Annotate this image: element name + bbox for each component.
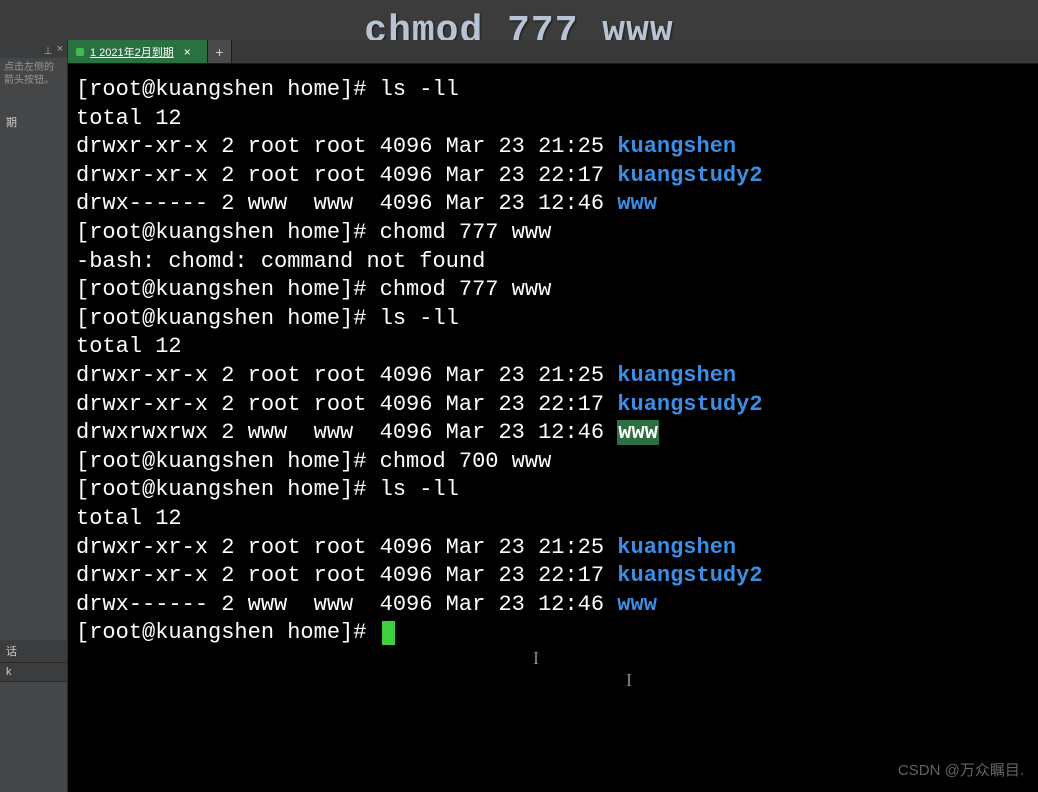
file-name: www: [617, 420, 659, 445]
command: ls -ll: [380, 77, 459, 102]
tab-label: 1 2021年2月到期: [90, 44, 174, 60]
watermark: CSDN @万众瞩目.: [898, 759, 1024, 780]
terminal-line: [root@kuangshen home]# ls -ll: [76, 476, 1030, 505]
file-perms: drwxr-xr-x 2 root root 4096 Mar 23 22:17: [76, 163, 617, 188]
prompt: [root@kuangshen home]#: [76, 220, 380, 245]
sidebar-hint: 点击左侧的箭头按钮。: [0, 58, 67, 90]
file-perms: drwxr-xr-x 2 root root 4096 Mar 23 22:17: [76, 392, 617, 417]
prompt: [root@kuangshen home]#: [76, 449, 380, 474]
file-perms: drwxr-xr-x 2 root root 4096 Mar 23 22:17: [76, 563, 617, 588]
file-name: www: [617, 191, 657, 216]
terminal-line: drwxr-xr-x 2 root root 4096 Mar 23 21:25…: [76, 133, 1030, 162]
terminal-line: -bash: chomd: command not found: [76, 248, 1030, 277]
file-perms: drwx------ 2 www www 4096 Mar 23 12:46: [76, 191, 617, 216]
tab-active[interactable]: 1 2021年2月到期 ×: [68, 40, 208, 63]
terminal-line: total 12: [76, 505, 1030, 534]
sidebar-close-icon[interactable]: ×: [57, 43, 63, 55]
terminal-line: total 12: [76, 333, 1030, 362]
terminal-line: drwx------ 2 www www 4096 Mar 23 12:46 w…: [76, 591, 1030, 620]
terminal-line: [root@kuangshen home]# ls -ll: [76, 76, 1030, 105]
sidebar-section-1[interactable]: 话: [0, 640, 67, 663]
tab-status-icon: [76, 48, 84, 56]
terminal-line: drwxr-xr-x 2 root root 4096 Mar 23 21:25…: [76, 534, 1030, 563]
terminal-line: [root@kuangshen home]# chmod 700 www: [76, 448, 1030, 477]
tab-close-icon[interactable]: ×: [184, 45, 191, 59]
file-name: kuangstudy2: [617, 392, 762, 417]
terminal-line: drwx------ 2 www www 4096 Mar 23 12:46 w…: [76, 190, 1030, 219]
file-perms: drwxr-xr-x 2 root root 4096 Mar 23 21:25: [76, 363, 617, 388]
terminal-line: drwxr-xr-x 2 root root 4096 Mar 23 22:17…: [76, 391, 1030, 420]
file-name: kuangstudy2: [617, 163, 762, 188]
terminal-line: drwxr-xr-x 2 root root 4096 Mar 23 22:17…: [76, 562, 1030, 591]
file-name: kuangshen: [617, 363, 736, 388]
file-name: www: [617, 592, 657, 617]
text-cursor-icon: I: [533, 648, 539, 669]
prompt: [root@kuangshen home]#: [76, 620, 380, 645]
command: ls -ll: [380, 477, 459, 502]
terminal-line: drwxr-xr-x 2 root root 4096 Mar 23 22:17…: [76, 162, 1030, 191]
prompt: [root@kuangshen home]#: [76, 277, 380, 302]
file-perms: drwxr-xr-x 2 root root 4096 Mar 23 21:25: [76, 535, 617, 560]
file-name: kuangshen: [617, 134, 736, 159]
tab-add-button[interactable]: +: [208, 40, 232, 63]
file-perms: drwxr-xr-x 2 root root 4096 Mar 23 21:25: [76, 134, 617, 159]
file-perms: drwxrwxrwx 2 www www 4096 Mar 23 12:46: [76, 420, 617, 445]
cursor-icon: [382, 621, 395, 645]
terminal-line: drwxr-xr-x 2 root root 4096 Mar 23 21:25…: [76, 362, 1030, 391]
file-name: kuangshen: [617, 535, 736, 560]
prompt: [root@kuangshen home]#: [76, 77, 380, 102]
terminal[interactable]: [root@kuangshen home]# ls -lltotal 12drw…: [68, 64, 1038, 792]
file-name: kuangstudy2: [617, 563, 762, 588]
terminal-line: [root@kuangshen home]#: [76, 619, 1030, 648]
sidebar-section-2[interactable]: k: [0, 663, 67, 682]
terminal-line: drwxrwxrwx 2 www www 4096 Mar 23 12:46 w…: [76, 419, 1030, 448]
terminal-line: total 12: [76, 105, 1030, 134]
sidebar-item[interactable]: 期: [0, 110, 67, 134]
file-perms: drwx------ 2 www www 4096 Mar 23 12:46: [76, 592, 617, 617]
sidebar: ⊥ × 点击左侧的箭头按钮。 期 话 k: [0, 40, 68, 792]
sidebar-header: ⊥ ×: [0, 40, 67, 58]
command: chomd 777 www: [380, 220, 552, 245]
terminal-line: [root@kuangshen home]# chomd 777 www: [76, 219, 1030, 248]
terminal-line: [root@kuangshen home]# chmod 777 www: [76, 276, 1030, 305]
command: ls -ll: [380, 306, 459, 331]
command: chmod 777 www: [380, 277, 552, 302]
prompt: [root@kuangshen home]#: [76, 306, 380, 331]
terminal-line: [root@kuangshen home]# ls -ll: [76, 305, 1030, 334]
text-cursor-icon: I: [626, 670, 632, 691]
prompt: [root@kuangshen home]#: [76, 477, 380, 502]
pin-icon[interactable]: ⊥: [44, 46, 51, 53]
command: chmod 700 www: [380, 449, 552, 474]
tab-bar: 1 2021年2月到期 × +: [68, 40, 1038, 64]
